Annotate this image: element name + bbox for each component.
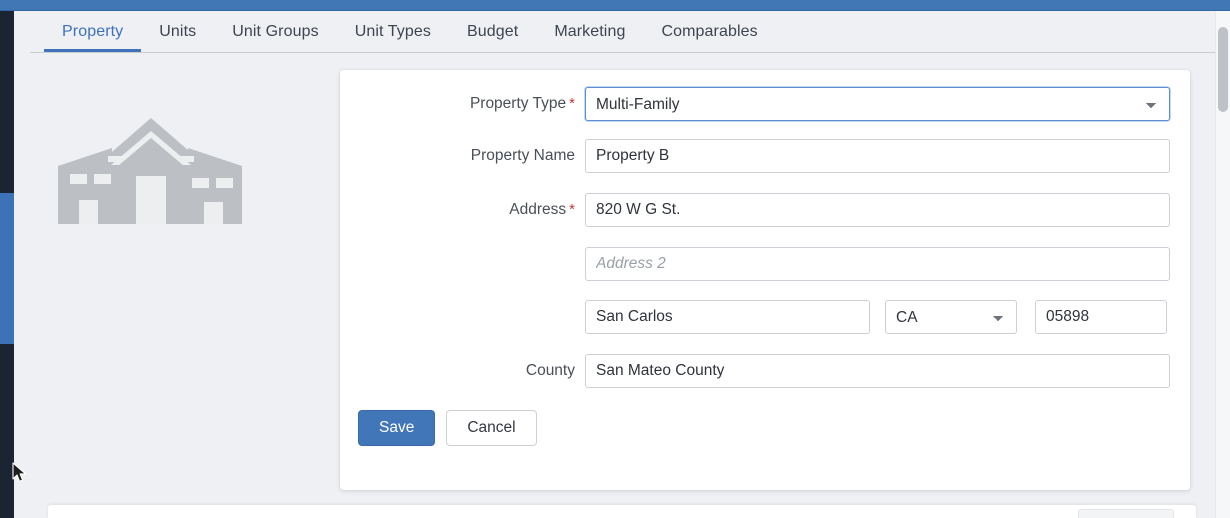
- state-select[interactable]: CA: [885, 300, 1017, 334]
- tab-unit-types[interactable]: Unit Types: [337, 11, 449, 52]
- bottom-panel: [48, 505, 1196, 518]
- form-row-address2: [340, 247, 1190, 281]
- county-label: County: [525, 362, 575, 379]
- tab-units-label: Units: [159, 22, 197, 40]
- zip-input[interactable]: [1035, 300, 1167, 334]
- address-required-marker: *: [569, 201, 575, 218]
- cancel-button[interactable]: Cancel: [446, 410, 537, 446]
- tab-unit-groups[interactable]: Unit Groups: [214, 11, 336, 52]
- top-app-bar: [0, 0, 1230, 11]
- form-action-buttons: Save Cancel: [358, 410, 537, 446]
- form-row-property-name: Property Name: [340, 139, 1190, 173]
- tab-list: Property Units Unit Groups Unit Types Bu…: [44, 11, 776, 52]
- tab-budget[interactable]: Budget: [449, 11, 536, 52]
- form-row-address: Address *: [340, 193, 1190, 227]
- tab-comparables[interactable]: Comparables: [643, 11, 775, 52]
- property-type-label: Property Type *: [340, 95, 585, 113]
- property-type-required-marker: *: [569, 95, 575, 112]
- tab-strip: Property Units Unit Groups Unit Types Bu…: [30, 11, 1215, 53]
- property-type-label-text: Property Type: [469, 95, 567, 112]
- tab-marketing-label: Marketing: [554, 22, 626, 40]
- address-label: Address *: [340, 201, 585, 219]
- tab-property[interactable]: Property: [44, 11, 142, 52]
- property-name-input[interactable]: [585, 139, 1170, 173]
- address-label-text: Address: [509, 201, 567, 218]
- form-row-property-type: Property Type * Multi-Family: [340, 87, 1190, 121]
- property-image-placeholder: [52, 112, 248, 230]
- property-type-select[interactable]: Multi-Family: [585, 87, 1170, 121]
- bottom-panel-chip[interactable]: [1078, 509, 1174, 518]
- form-row-city-state-zip: CA: [340, 300, 1190, 334]
- form-row-county: County: [340, 354, 1190, 388]
- tab-unit-groups-label: Unit Groups: [232, 22, 319, 40]
- tab-units[interactable]: Units: [141, 11, 214, 52]
- property-name-label: Property Name: [470, 147, 575, 164]
- address-input[interactable]: [585, 193, 1170, 227]
- tab-unit-types-label: Unit Types: [354, 22, 431, 40]
- tab-budget-label: Budget: [467, 22, 519, 40]
- county-input[interactable]: [585, 354, 1170, 388]
- city-input[interactable]: [585, 300, 870, 334]
- tab-comparables-label: Comparables: [661, 22, 758, 40]
- save-button[interactable]: Save: [358, 410, 436, 446]
- tab-marketing[interactable]: Marketing: [536, 11, 643, 52]
- house-placeholder-icon: [58, 118, 242, 224]
- sidebar-nav-rail[interactable]: [0, 11, 14, 518]
- vertical-scrollbar-thumb[interactable]: [1218, 27, 1228, 112]
- sidebar-active-indicator[interactable]: [0, 193, 14, 344]
- vertical-scrollbar-track[interactable]: [1215, 11, 1230, 518]
- address2-input[interactable]: [585, 247, 1170, 281]
- tab-property-label: Property: [62, 22, 124, 40]
